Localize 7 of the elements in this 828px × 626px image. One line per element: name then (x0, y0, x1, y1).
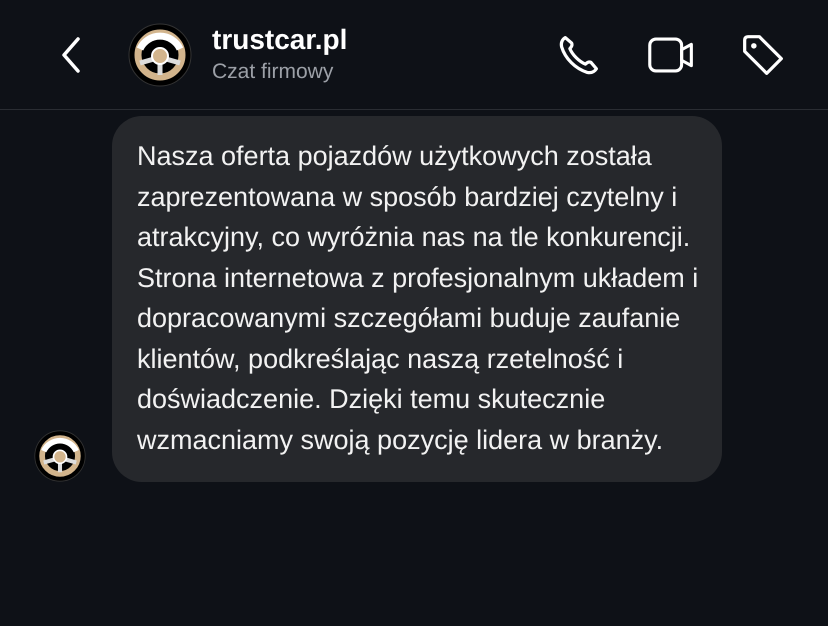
back-icon[interactable] (61, 36, 81, 72)
tag-icon[interactable] (740, 32, 786, 76)
message-text: Nasza oferta pojazdów użytkowych została zaprezentowana w sposób bardziej czytelny i atrakcyjny, co wyróżnia nas na tle konkurencji. Strona internetowa z profesjonalnym układem i dopracowanymi szczegółami buduje zaufanie klientów, podkreślając naszą rzetelność i doświadczenie. Dzięki temu skutecznie wzmacniamy swoją pozycję lidera w branży. (137, 140, 700, 457)
steering-wheel-avatar-icon (34, 430, 86, 482)
chat-subtitle: Czat firmowy (212, 58, 334, 84)
steering-wheel-avatar-icon[interactable] (128, 22, 192, 86)
chat-title: trustcar.pl (212, 22, 348, 56)
